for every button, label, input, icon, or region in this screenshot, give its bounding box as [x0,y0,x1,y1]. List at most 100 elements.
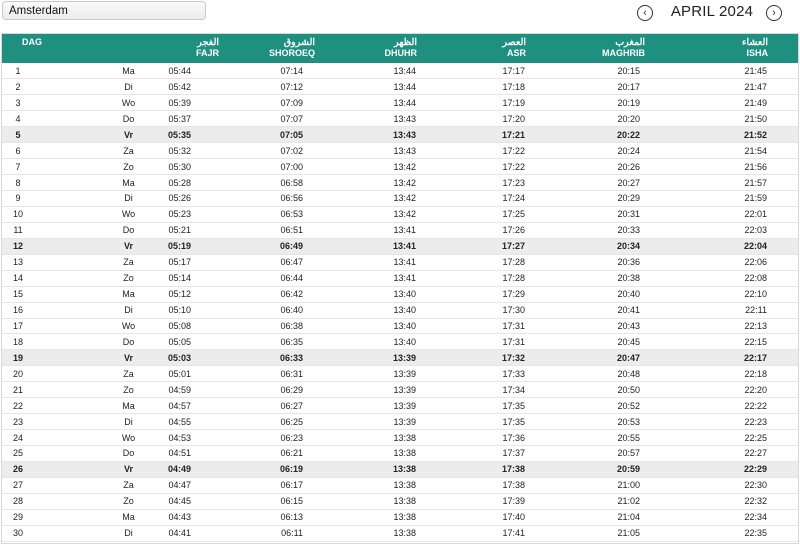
cell-day: 24 [2,429,62,446]
cell-shoroeq: 07:07 [219,110,341,128]
table-row: 13 Za 05:17 06:47 13:41 17:28 20:36 22:06 [2,254,798,271]
cell-weekday: Zo [62,158,159,176]
cell-dhuhr: 13:41 [341,238,451,255]
table-row: 11 Do 05:21 06:51 13:41 17:26 20:33 22:03 [2,222,798,239]
cell-shoroeq: 06:35 [219,333,341,351]
cell-isha: 22:01 [673,206,798,223]
cell-dhuhr: 13:39 [341,365,451,383]
cell-maghrib: 20:43 [548,318,673,335]
cell-dhuhr: 13:41 [341,270,451,287]
table-row: 4 Do 05:37 07:07 13:43 17:20 20:20 21:50 [2,110,798,128]
cell-dhuhr: 13:44 [341,78,451,96]
table-row: 23 Di 04:55 06:25 13:39 17:35 20:53 22:23 [2,413,798,431]
cell-day: 15 [2,286,62,303]
cell-isha: 22:34 [673,509,798,526]
cell-day: 5 [2,126,62,144]
cell-dhuhr: 13:39 [341,397,451,415]
cell-asr: 17:38 [451,477,548,494]
header-weekday [62,34,159,63]
chevron-left-icon[interactable]: ‹ [637,5,653,21]
cell-dhuhr: 13:38 [341,445,451,462]
cell-dhuhr: 13:40 [341,318,451,335]
chevron-right-icon[interactable]: › [766,5,782,21]
cell-day: 26 [2,461,62,478]
cell-maghrib: 20:24 [548,142,673,160]
cell-day: 9 [2,190,62,207]
cell-asr: 17:36 [451,429,548,446]
cell-weekday: Wo [62,206,159,223]
table-header-row: DAG الفجر FAJR الشروق SHOROEQ الظهر DHUH… [2,34,798,63]
table-row: 29 Ma 04:43 06:13 13:38 17:40 21:04 22:34 [2,509,798,526]
cell-shoroeq: 06:11 [219,525,341,542]
city-select[interactable]: Amsterdam [2,1,206,20]
table-row: 20 Za 05:01 06:31 13:39 17:33 20:48 22:18 [2,365,798,383]
cell-dhuhr: 13:39 [341,381,451,399]
header-fajr: الفجر FAJR [159,34,219,63]
cell-weekday: Ma [62,286,159,303]
table-row: 1 Ma 05:44 07:14 13:44 17:17 20:15 21:45 [2,63,798,80]
cell-maghrib: 20:27 [548,174,673,191]
table-row: 6 Za 05:32 07:02 13:43 17:22 20:24 21:54 [2,142,798,160]
cell-fajr: 05:37 [159,110,219,128]
header-dhuhr: الظهر DHUHR [341,34,451,63]
cell-weekday: Za [62,477,159,494]
cell-isha: 21:45 [673,63,798,80]
cell-weekday: Za [62,365,159,383]
cell-maghrib: 20:17 [548,78,673,96]
header-maghrib-arabic: المغرب [615,37,645,48]
cell-weekday: Zo [62,270,159,287]
cell-asr: 17:32 [451,349,548,367]
table-row: 16 Di 05:10 06:40 13:40 17:30 20:41 22:11 [2,302,798,319]
cell-weekday: Zo [62,493,159,510]
cell-maghrib: 20:26 [548,158,673,176]
cell-isha: 22:22 [673,397,798,415]
cell-dhuhr: 13:43 [341,142,451,160]
cell-isha: 22:10 [673,286,798,303]
header-isha-arabic: العشاء [742,37,768,48]
header-maghrib: المغرب MAGHRIB [548,34,673,63]
cell-asr: 17:22 [451,158,548,176]
cell-maghrib: 20:41 [548,302,673,319]
cell-day: 25 [2,445,62,462]
cell-maghrib: 21:00 [548,477,673,494]
cell-asr: 17:38 [451,461,548,478]
table-row: 10 Wo 05:23 06:53 13:42 17:25 20:31 22:01 [2,206,798,223]
cell-asr: 17:29 [451,286,548,303]
cell-fajr: 05:35 [159,126,219,144]
cell-day: 28 [2,493,62,510]
cell-asr: 17:41 [451,525,548,542]
cell-dhuhr: 13:42 [341,158,451,176]
cell-dhuhr: 13:38 [341,429,451,446]
cell-weekday: Wo [62,318,159,335]
cell-shoroeq: 06:25 [219,413,341,431]
cell-isha: 22:25 [673,429,798,446]
cell-shoroeq: 06:49 [219,238,341,255]
cell-maghrib: 20:20 [548,110,673,128]
table-row: 25 Do 04:51 06:21 13:38 17:37 20:57 22:27 [2,445,798,462]
cell-asr: 17:21 [451,126,548,144]
cell-dhuhr: 13:40 [341,333,451,351]
cell-day: 10 [2,206,62,223]
cell-day: 16 [2,302,62,319]
cell-maghrib: 20:47 [548,349,673,367]
cell-weekday: Wo [62,429,159,446]
cell-dhuhr: 13:43 [341,110,451,128]
cell-day: 12 [2,238,62,255]
cell-asr: 17:27 [451,238,548,255]
cell-fajr: 05:23 [159,206,219,223]
table-row: 7 Zo 05:30 07:00 13:42 17:22 20:26 21:56 [2,158,798,176]
cell-weekday: Vr [62,238,159,255]
cell-shoroeq: 06:53 [219,206,341,223]
cell-fajr: 04:51 [159,445,219,462]
cell-isha: 22:27 [673,445,798,462]
cell-asr: 17:28 [451,254,548,271]
cell-day: 11 [2,222,62,239]
cell-weekday: Do [62,110,159,128]
header-dhuhr-arabic: الظهر [394,37,417,48]
cell-dhuhr: 13:42 [341,190,451,207]
cell-asr: 17:22 [451,142,548,160]
cell-weekday: Di [62,302,159,319]
table-row: 27 Za 04:47 06:17 13:38 17:38 21:00 22:30 [2,477,798,494]
cell-isha: 22:04 [673,238,798,255]
cell-asr: 17:23 [451,174,548,191]
